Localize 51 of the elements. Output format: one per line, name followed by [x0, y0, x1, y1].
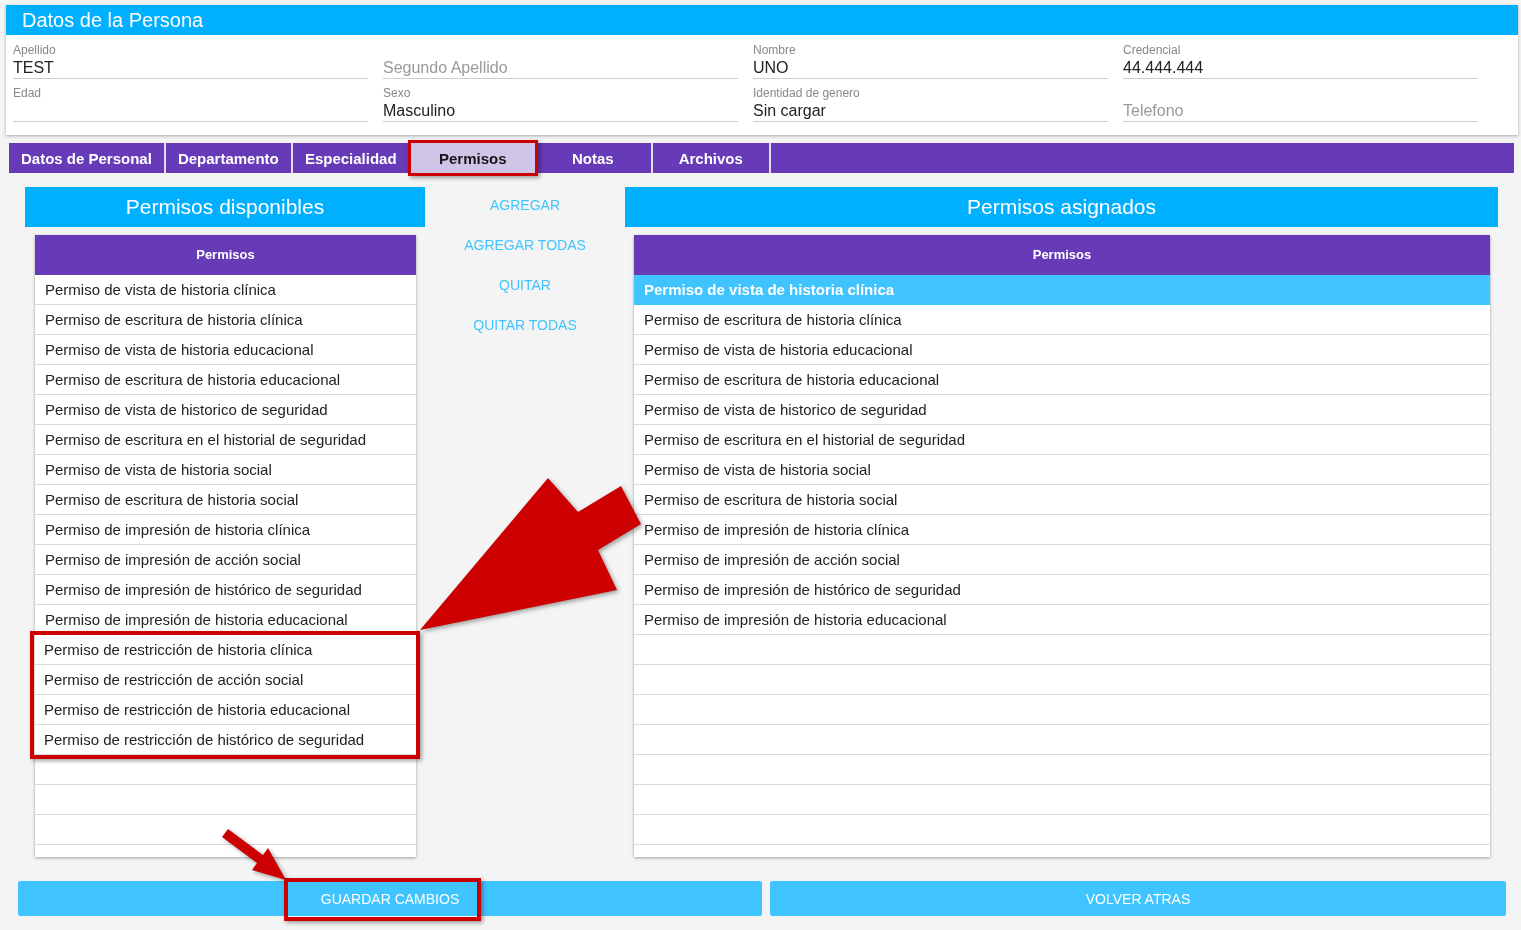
permission-row[interactable]: Permiso de vista de historia social [35, 455, 416, 485]
annotation-arrow [220, 828, 287, 881]
text-field[interactable]: 44.444.444 [1123, 57, 1478, 79]
text-field[interactable]: Telefono [1123, 100, 1478, 122]
permission-row[interactable]: Permiso de restricción de histórico de seguridad [34, 725, 416, 755]
permission-row[interactable]: Permiso de impresión de acción social [35, 545, 416, 575]
permission-row[interactable]: Permiso de vista de historico de seguridad [35, 395, 416, 425]
text-field[interactable]: Segundo Apellido [383, 57, 738, 79]
permission-row[interactable]: Permiso de escritura de historia educacional [634, 365, 1490, 395]
column-header: Permisos [634, 235, 1490, 275]
field-label: Credencial [1123, 43, 1181, 57]
permission-row[interactable]: Permiso de escritura de historia social [634, 485, 1490, 515]
tab[interactable]: Notas [534, 143, 653, 173]
panel-title: Permisos disponibles [25, 187, 425, 227]
permission-row[interactable]: Permiso de impresión de historia educacional [35, 605, 416, 635]
panel-title: Permisos asignados [625, 187, 1498, 227]
permission-row[interactable]: Permiso de escritura de historia educacional [35, 365, 416, 395]
permission-row[interactable]: Permiso de escritura de historia social [35, 485, 416, 515]
permission-row[interactable]: Permiso de vista de historico de seguridad [634, 395, 1490, 425]
permission-row[interactable]: Permiso de impresión de historia educacional [634, 605, 1490, 635]
tab[interactable]: Permisos [410, 143, 535, 173]
permission-row[interactable]: Permiso de vista de historia educacional [634, 335, 1490, 365]
text-field[interactable]: TEST [13, 57, 368, 79]
field-label: Edad [13, 86, 42, 100]
permission-row[interactable]: Permiso de vista de historia clínica [35, 275, 416, 305]
field-label: Identidad de genero [753, 86, 860, 100]
tab[interactable]: Datos de Personal [9, 143, 166, 173]
permission-row[interactable]: Permiso de impresión de historia clínica [35, 515, 416, 545]
field-label: Apellido [13, 43, 56, 57]
text-field[interactable]: Sin cargar [753, 100, 1108, 122]
permission-row[interactable]: Permiso de impresión de acción social [634, 545, 1490, 575]
permission-row[interactable]: Permiso de restricción de historia educacional [34, 695, 416, 725]
permission-row[interactable]: Permiso de escritura en el historial de seguridad [634, 425, 1490, 455]
permission-row[interactable]: Permiso de escritura de historia clínica [634, 305, 1490, 335]
permission-row[interactable]: Permiso de vista de historia educacional [35, 335, 416, 365]
tab[interactable]: Departamento [165, 143, 293, 173]
permission-row[interactable]: Permiso de impresión de histórico de seguridad [634, 575, 1490, 605]
column-header: Permisos [35, 235, 416, 275]
text-field[interactable]: Masculino [383, 100, 738, 122]
card-title: Datos de la Persona [6, 5, 1518, 35]
permission-row[interactable]: Permiso de restricción de historia clínica [34, 635, 416, 665]
permission-row[interactable]: Permiso de escritura en el historial de seguridad [35, 425, 416, 455]
field-label: Nombre [753, 43, 796, 57]
permission-row[interactable]: Permiso de escritura de historia clínica [35, 305, 416, 335]
permission-row[interactable]: Permiso de restricción de acción social [34, 665, 416, 695]
permission-row[interactable]: Permiso de vista de historia social [634, 455, 1490, 485]
text-field[interactable]: UNO [753, 57, 1108, 79]
tab[interactable]: Archivos [652, 143, 771, 173]
permission-row[interactable]: Permiso de impresión de histórico de seguridad [35, 575, 416, 605]
permission-row[interactable]: Permiso de impresión de historia clínica [634, 515, 1490, 545]
field-label: Sexo [383, 86, 411, 100]
